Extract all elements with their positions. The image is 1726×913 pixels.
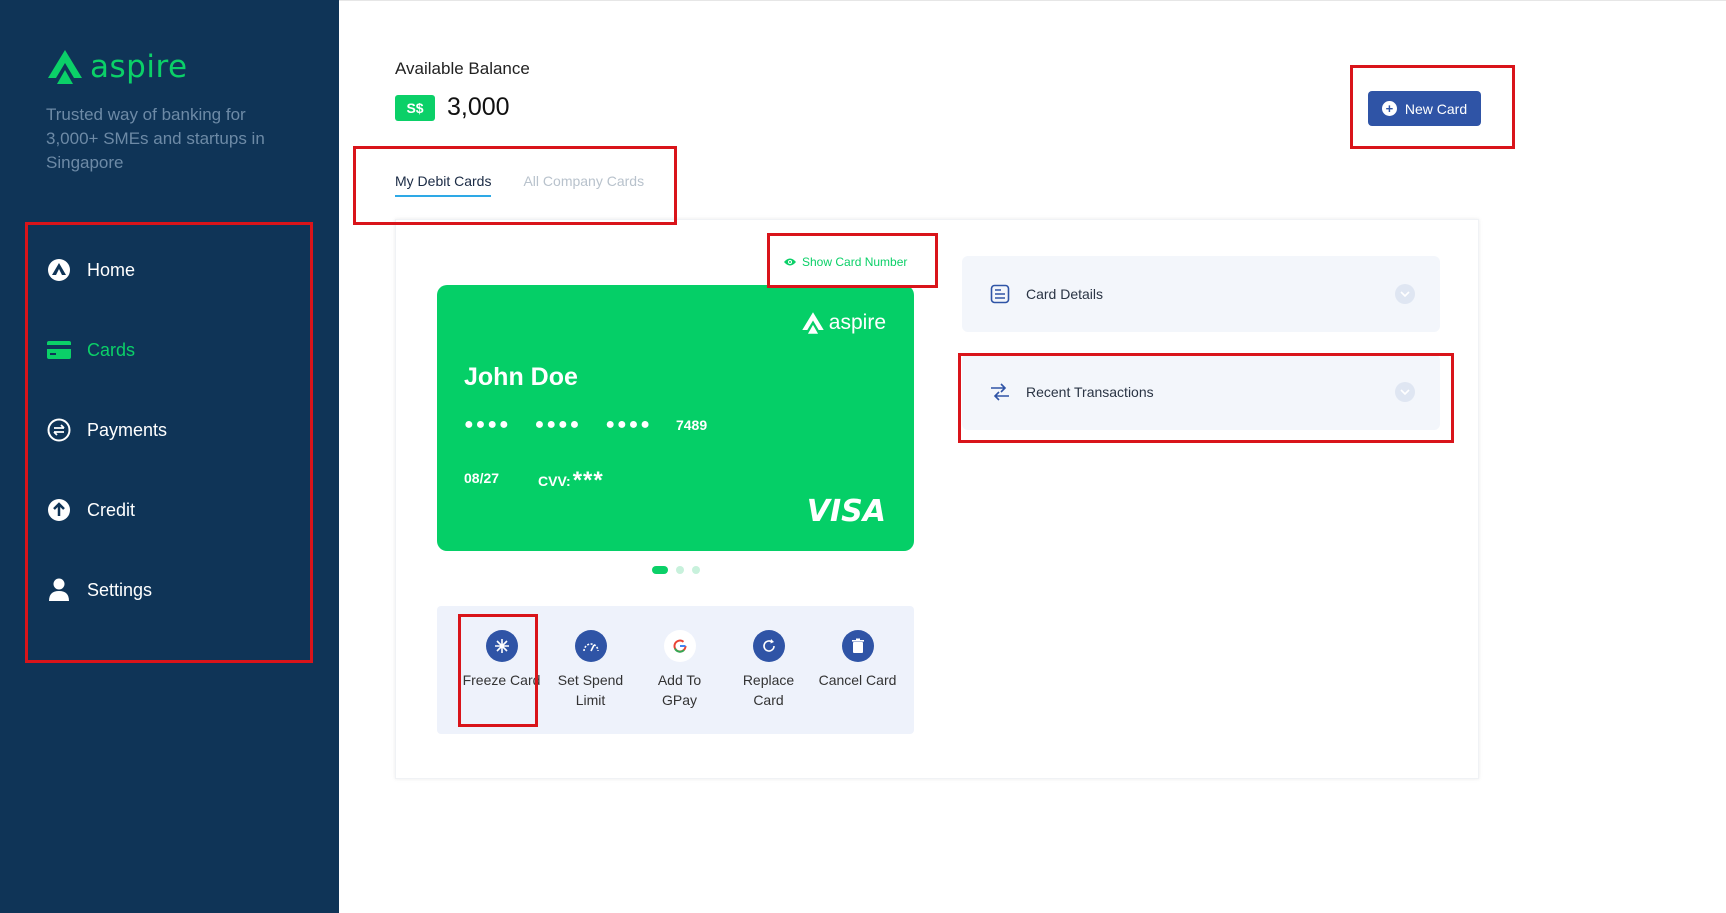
new-card-button[interactable]: + New Card	[1368, 91, 1481, 126]
card-number: ●●●● ●●●● ●●●● 7489	[464, 416, 707, 434]
card-details-accordion[interactable]: Card Details	[962, 256, 1440, 332]
sidebar-item-label: Home	[87, 259, 136, 280]
google-icon	[663, 630, 696, 662]
new-card-label: New Card	[1404, 100, 1468, 117]
cancel-card-label: Cancel Card	[818, 672, 897, 688]
brand-name: aspire	[90, 49, 188, 85]
card-number-group: ●●●●	[534, 416, 582, 433]
trash-icon	[841, 630, 874, 662]
sidebar-nav: Home Cards Payments Credit Settings	[30, 230, 300, 630]
sidebar-item-label: Cards	[87, 339, 136, 360]
cvv-label: CVV:	[538, 473, 571, 489]
card-cvv: CVV: ***	[538, 467, 604, 495]
replace-card-button[interactable]: Replace Card	[724, 606, 813, 734]
show-card-number-button[interactable]: Show Card Number	[783, 255, 907, 269]
card-actions-bar: Freeze Card Set Spend Limit Add To GPay …	[437, 606, 914, 734]
eye-icon	[784, 258, 796, 266]
sidebar-item-payments[interactable]: Payments	[30, 390, 300, 470]
brand-tagline: Trusted way of banking for 3,000+ SMEs a…	[46, 105, 265, 172]
pager-dot[interactable]	[692, 566, 700, 574]
card-number-group: ●●●●	[464, 416, 511, 433]
cancel-card-button[interactable]: Cancel Card	[813, 606, 902, 734]
sidebar-item-settings[interactable]: Settings	[30, 550, 300, 630]
set-spend-limit-label: Set Spend Limit	[557, 672, 624, 708]
user-icon	[46, 577, 72, 603]
recent-transactions-label: Recent Transactions	[1026, 384, 1154, 400]
tab-my-debit-cards[interactable]: My Debit Cards	[395, 173, 492, 197]
home-icon	[46, 257, 72, 283]
add-to-gpay-button[interactable]: Add To GPay	[635, 606, 724, 734]
sidebar-item-label: Credit	[87, 499, 136, 520]
card-last4: 7489	[675, 417, 708, 433]
aspire-logo-icon	[48, 50, 82, 84]
sidebar-item-label: Settings	[87, 579, 153, 600]
balance-row: S$ 3,000	[395, 93, 510, 122]
document-icon	[988, 282, 1012, 306]
speedometer-icon	[574, 630, 607, 662]
debit-card[interactable]: aspire John Doe ●●●● ●●●● ●●●● 7489 08/2…	[437, 285, 914, 551]
tab-all-company-cards[interactable]: All Company Cards	[523, 173, 644, 197]
recent-transactions-accordion[interactable]: Recent Transactions	[962, 354, 1440, 430]
replace-icon	[752, 630, 785, 662]
app-root: aspire Trusted way of banking for 3,000+…	[0, 0, 1726, 913]
card-holder-name: John Doe	[464, 363, 578, 391]
balance-amount: 3,000	[447, 93, 510, 121]
transfer-icon	[988, 380, 1012, 404]
credit-icon	[46, 497, 72, 523]
sidebar-item-label: Payments	[87, 419, 168, 440]
chevron-down-icon	[1395, 284, 1415, 304]
sidebar-item-credit[interactable]: Credit	[30, 470, 300, 550]
replace-card-label: Replace Card	[742, 672, 795, 708]
balance-label: Available Balance	[395, 59, 530, 78]
freeze-icon	[485, 630, 518, 662]
freeze-card-label: Freeze Card	[462, 672, 541, 688]
payments-icon	[46, 417, 72, 443]
sidebar: aspire Trusted way of banking for 3,000+…	[0, 0, 339, 913]
card-icon	[46, 337, 72, 363]
pager-dot[interactable]	[676, 566, 684, 574]
card-brand-name: aspire	[828, 311, 886, 334]
currency-badge: S$	[395, 94, 435, 121]
freeze-card-button[interactable]: Freeze Card	[457, 606, 546, 734]
aspire-logo[interactable]: aspire	[46, 48, 188, 86]
pager-dot-active[interactable]	[652, 566, 668, 574]
card-details-label: Card Details	[1026, 286, 1104, 302]
show-card-number-label: Show Card Number	[802, 255, 908, 269]
card-carousel-pager	[652, 566, 708, 574]
card-expiry: 08/27	[464, 470, 500, 486]
cvv-masked: ***	[572, 467, 604, 494]
card-tabs: My Debit Cards All Company Cards	[395, 173, 676, 197]
card-number-group: ●●●●	[605, 416, 652, 433]
set-spend-limit-button[interactable]: Set Spend Limit	[546, 606, 635, 734]
plus-icon: +	[1381, 101, 1397, 116]
visa-logo: VISA	[806, 494, 886, 529]
add-to-gpay-label: Add To GPay	[657, 672, 702, 708]
chevron-down-icon	[1395, 382, 1415, 402]
sidebar-item-home[interactable]: Home	[30, 230, 300, 310]
sidebar-item-cards[interactable]: Cards	[30, 310, 300, 390]
card-brand-logo: aspire	[801, 311, 886, 335]
aspire-logo-icon	[802, 312, 824, 334]
